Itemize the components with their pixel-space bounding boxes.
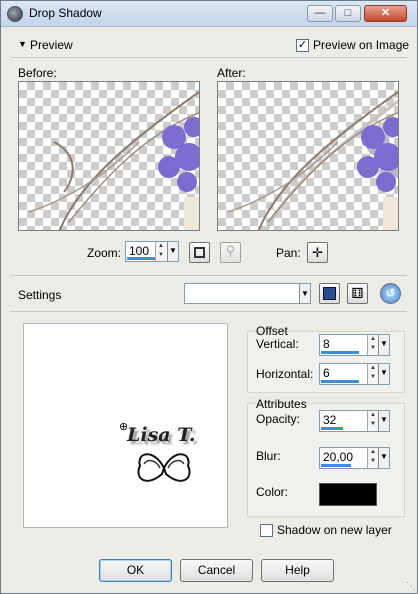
vertical-value[interactable]: 8 — [323, 337, 330, 351]
close-icon: ✕ — [380, 7, 391, 19]
save-preset-button[interactable] — [319, 283, 340, 304]
app-icon — [7, 6, 23, 22]
move-icon: ✛ — [312, 245, 323, 260]
close-button[interactable]: ✕ — [364, 5, 407, 22]
blur-slider[interactable] — [321, 464, 351, 467]
before-label: Before: — [18, 66, 57, 80]
blur-spin-arrows[interactable]: ▲ ▼ — [367, 448, 378, 468]
zoom-label: Zoom: — [87, 246, 122, 260]
vertical-slider[interactable] — [321, 351, 359, 354]
maximize-button[interactable]: □ — [335, 5, 361, 22]
preview-section-label[interactable]: Preview — [30, 38, 73, 52]
offset-title: Offset — [256, 324, 288, 338]
shadow-direction-preview[interactable]: ⊕ Lisa T. — [23, 323, 228, 528]
divider — [11, 57, 407, 58]
after-preview[interactable] — [217, 81, 399, 231]
settings-label: Settings — [18, 288, 62, 302]
shadow-color-swatch[interactable] — [319, 483, 377, 506]
chevron-down-icon[interactable]: ▼ — [378, 448, 389, 468]
chevron-down-icon[interactable]: ▼ — [299, 284, 310, 303]
checkmark-icon: ✓ — [297, 39, 308, 51]
preview-on-image-checkbox[interactable]: ✓ — [296, 39, 309, 52]
opacity-spin-arrows[interactable]: ▲ ▼ — [367, 411, 378, 431]
opacity-spinbox[interactable]: 32 ▲ ▼ ▼ — [319, 410, 390, 432]
color-label: Color: — [256, 485, 289, 499]
cancel-button[interactable]: Cancel — [180, 559, 253, 582]
zoom-slider[interactable] — [127, 257, 155, 260]
window-title: Drop Shadow — [29, 6, 102, 20]
opacity-label: Opacity: — [256, 412, 301, 426]
resize-grip-icon[interactable]: ⋱ — [406, 581, 416, 592]
horizontal-slider[interactable] — [321, 380, 359, 383]
pan-button[interactable]: ✛ — [307, 242, 328, 263]
opacity-value[interactable]: 32 — [323, 413, 336, 427]
after-image — [227, 91, 398, 230]
blur-value[interactable]: 20,00 — [323, 450, 353, 464]
shadow-on-new-layer-checkbox[interactable] — [260, 524, 273, 537]
horizontal-spin-arrows[interactable]: ▲ ▼ — [367, 364, 378, 384]
reset-button[interactable]: ↺ — [380, 283, 401, 304]
horizontal-label: Horizontal: — [256, 367, 314, 381]
save-icon — [323, 287, 336, 300]
dice-icon: ⚅ — [351, 285, 364, 301]
attributes-title: Attributes — [256, 397, 307, 411]
after-label: After: — [217, 66, 246, 80]
ok-button[interactable]: OK — [99, 559, 172, 582]
watermark-text: Lisa T. — [127, 424, 196, 446]
blur-spinbox[interactable]: 20,00 ▲ ▼ ▼ — [319, 447, 390, 469]
collapse-triangle-icon[interactable]: ▼ — [18, 39, 27, 49]
maximize-icon: □ — [344, 7, 352, 19]
horizontal-spinbox[interactable]: 6 ▲ ▼ ▼ — [319, 363, 390, 385]
opacity-slider[interactable] — [321, 427, 343, 430]
chevron-down-icon[interactable]: ▼ — [378, 335, 389, 355]
zoom-tool-button[interactable]: ⚲ — [220, 242, 241, 263]
zoom-spinbox[interactable]: 100 ▲ ▼ ▼ — [125, 241, 179, 262]
title-bar[interactable]: Drop Shadow — □ ✕ — [1, 1, 417, 27]
minimize-button[interactable]: — — [307, 5, 333, 22]
fit-icon — [194, 247, 205, 258]
vertical-spin-arrows[interactable]: ▲ ▼ — [367, 335, 378, 355]
zoom-spin-arrows[interactable]: ▲ ▼ — [155, 242, 166, 261]
divider — [11, 311, 407, 312]
zoom-dropdown-icon[interactable]: ▼ — [167, 242, 178, 261]
vertical-label: Vertical: — [256, 337, 299, 351]
zoom-value[interactable]: 100 — [129, 244, 149, 258]
divider — [11, 275, 407, 276]
before-preview[interactable] — [18, 81, 200, 231]
butterfly-icon — [137, 453, 191, 482]
pan-label: Pan: — [276, 246, 301, 260]
chevron-down-icon[interactable]: ▼ — [378, 364, 389, 384]
horizontal-value[interactable]: 6 — [323, 366, 330, 380]
preview-on-image-label[interactable]: Preview on Image — [313, 38, 409, 52]
help-button[interactable]: Help — [261, 559, 334, 582]
minimize-icon: — — [314, 7, 326, 19]
magnifier-icon: ⚲ — [225, 243, 236, 258]
reset-icon: ↺ — [385, 286, 396, 300]
settings-dropdown[interactable]: ▼ — [184, 283, 311, 304]
before-image — [28, 91, 199, 230]
randomize-button[interactable]: ⚅ — [347, 283, 368, 304]
vertical-spinbox[interactable]: 8 ▲ ▼ ▼ — [319, 334, 390, 356]
blur-label: Blur: — [256, 449, 281, 463]
shadow-on-new-layer-label[interactable]: Shadow on new layer — [277, 523, 392, 537]
zoom-to-fit-button[interactable] — [189, 242, 210, 263]
drop-shadow-dialog: Drop Shadow — □ ✕ ▼ Preview ✓ Preview on… — [0, 0, 418, 594]
chevron-down-icon[interactable]: ▼ — [378, 411, 389, 431]
